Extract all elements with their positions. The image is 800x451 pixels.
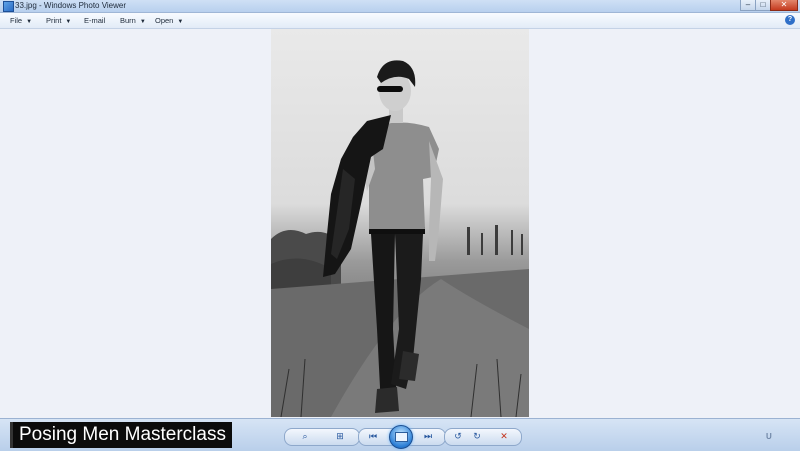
- maximize-button[interactable]: □: [755, 0, 771, 11]
- menu-file[interactable]: File ▼: [10, 13, 32, 28]
- photo-viewer-app-icon: [3, 1, 14, 12]
- delete-icon[interactable]: ✕: [497, 430, 511, 442]
- minimize-button[interactable]: –: [740, 0, 756, 11]
- menu-print[interactable]: Print ▼: [46, 13, 71, 28]
- chevron-down-icon: ▼: [139, 19, 146, 25]
- rotate-counterclockwise-icon[interactable]: ↺: [451, 430, 465, 442]
- chevron-down-icon: ▼: [65, 19, 72, 25]
- title-bar: 33.jpg - Windows Photo Viewer: [0, 0, 800, 13]
- course-title-overlay: Posing Men Masterclass: [10, 422, 232, 448]
- displayed-photo: [271, 29, 529, 417]
- menu-burn[interactable]: Burn ▼: [120, 13, 146, 28]
- menu-open[interactable]: Open ▼: [155, 13, 183, 28]
- chevron-down-icon: ▼: [26, 19, 33, 25]
- rotate-clockwise-icon[interactable]: ↻: [470, 430, 484, 442]
- menu-burn-label: Burn: [120, 16, 136, 25]
- menu-email[interactable]: E-mail: [84, 13, 105, 28]
- menu-bar: File ▼ Print ▼ E-mail Burn ▼ Open ▼: [0, 13, 800, 29]
- menu-open-label: Open: [155, 16, 174, 25]
- help-icon[interactable]: ?: [785, 15, 795, 25]
- course-title-text: Posing Men Masterclass: [19, 424, 226, 445]
- close-button[interactable]: ✕: [770, 0, 798, 11]
- play-slideshow-icon[interactable]: [389, 425, 413, 449]
- slideshow-screen-glyph: [395, 432, 408, 442]
- chevron-down-icon: ▼: [177, 19, 184, 25]
- menu-file-label: File: [10, 16, 23, 25]
- zoom-tools-group: [284, 428, 360, 446]
- actual-size-icon[interactable]: ⊞: [333, 430, 347, 442]
- window-title: 33.jpg - Windows Photo Viewer: [15, 1, 127, 10]
- previous-icon[interactable]: ⏮: [366, 430, 380, 442]
- menu-email-label: E-mail: [84, 16, 106, 25]
- watermark-logo-icon: U: [766, 432, 772, 441]
- menu-print-label: Print: [46, 16, 62, 25]
- next-icon[interactable]: ⏭: [421, 430, 435, 442]
- zoom-icon[interactable]: ⌕: [298, 430, 312, 442]
